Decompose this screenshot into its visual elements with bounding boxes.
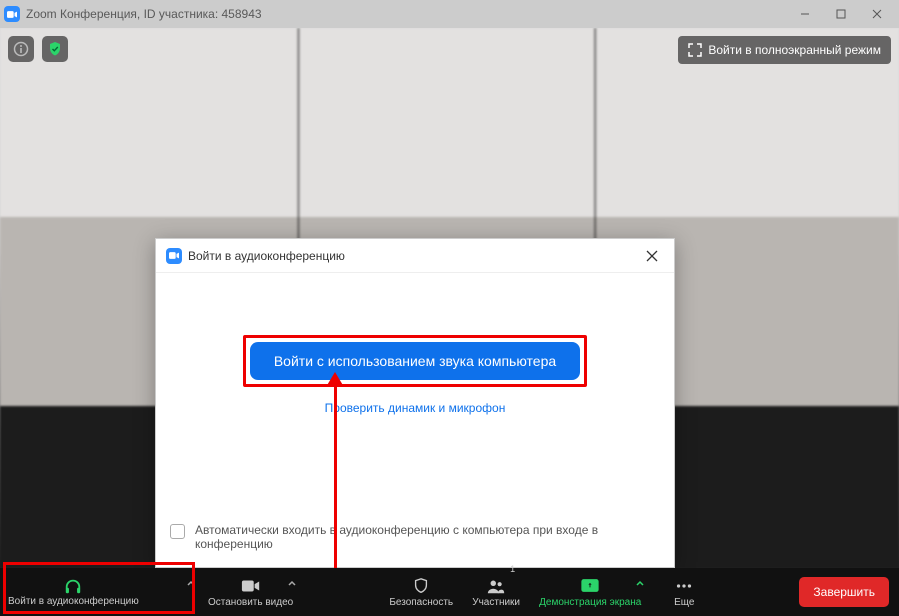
window-title: Zoom Конференция, ID участника: 458943 xyxy=(26,7,262,21)
end-meeting-button[interactable]: Завершить xyxy=(799,577,889,607)
share-options-caret[interactable] xyxy=(635,578,645,591)
more-icon xyxy=(674,577,694,595)
test-speaker-mic-link[interactable]: Проверить динамик и микрофон xyxy=(325,401,506,415)
close-icon xyxy=(646,250,658,262)
headphones-icon xyxy=(63,577,83,595)
stop-video-button[interactable]: Остановить видео xyxy=(200,568,301,616)
auto-join-checkbox[interactable] xyxy=(170,524,185,539)
stop-video-label: Остановить видео xyxy=(208,597,293,608)
more-button[interactable]: Еще xyxy=(649,568,719,616)
zoom-meeting-window: Zoom Конференция, ID участника: 458943 В… xyxy=(0,0,899,616)
top-left-badges xyxy=(8,36,68,62)
dialog-close-button[interactable] xyxy=(640,244,664,268)
video-area: Войти в полноэкранный режим Войти в ауди… xyxy=(0,28,899,568)
audio-options-caret[interactable] xyxy=(186,578,196,591)
meeting-toolbar: Войти в аудиоконференцию Остановить виде… xyxy=(0,568,899,616)
fullscreen-label: Войти в полноэкранный режим xyxy=(708,43,881,57)
window-close-button[interactable] xyxy=(859,0,895,28)
join-with-computer-audio-button[interactable]: Войти с использованием звука компьютера xyxy=(250,342,580,380)
share-screen-label: Демонстрация экрана xyxy=(539,597,641,608)
encryption-shield-icon[interactable] xyxy=(42,36,68,62)
join-audio-button[interactable]: Войти в аудиоконференцию xyxy=(0,568,200,616)
participants-count: 1 xyxy=(510,564,515,574)
join-audio-dialog: Войти в аудиоконференцию Войти с использ… xyxy=(155,238,675,568)
security-label: Безопасность xyxy=(389,597,453,608)
share-screen-button[interactable]: Демонстрация экрана xyxy=(531,568,649,616)
join-audio-label: Войти в аудиоконференцию xyxy=(8,596,139,607)
more-label: Еще xyxy=(674,597,694,608)
participants-icon xyxy=(486,577,506,595)
auto-join-label: Автоматически входить в аудиоконференцию… xyxy=(195,523,660,551)
window-maximize-button[interactable] xyxy=(823,0,859,28)
window-titlebar: Zoom Конференция, ID участника: 458943 xyxy=(0,0,899,28)
zoom-logo-icon xyxy=(166,248,182,264)
participants-label: Участники xyxy=(472,597,520,608)
dialog-title: Войти в аудиоконференцию xyxy=(188,249,345,263)
shield-icon xyxy=(411,577,431,595)
annotation-highlight: Войти с использованием звука компьютера xyxy=(243,335,587,387)
share-screen-icon xyxy=(580,577,600,595)
info-badge[interactable] xyxy=(8,36,34,62)
fullscreen-icon xyxy=(688,43,702,57)
video-icon xyxy=(241,577,261,595)
dialog-footer: Автоматически входить в аудиоконференцию… xyxy=(156,511,674,567)
zoom-logo-icon xyxy=(4,6,20,22)
dialog-body: Войти с использованием звука компьютера … xyxy=(156,273,674,511)
security-button[interactable]: Безопасность xyxy=(381,568,461,616)
enter-fullscreen-button[interactable]: Войти в полноэкранный режим xyxy=(678,36,891,64)
window-minimize-button[interactable] xyxy=(787,0,823,28)
dialog-titlebar: Войти в аудиоконференцию xyxy=(156,239,674,273)
video-options-caret[interactable] xyxy=(287,578,297,591)
participants-button[interactable]: 1 Участники xyxy=(461,568,531,616)
